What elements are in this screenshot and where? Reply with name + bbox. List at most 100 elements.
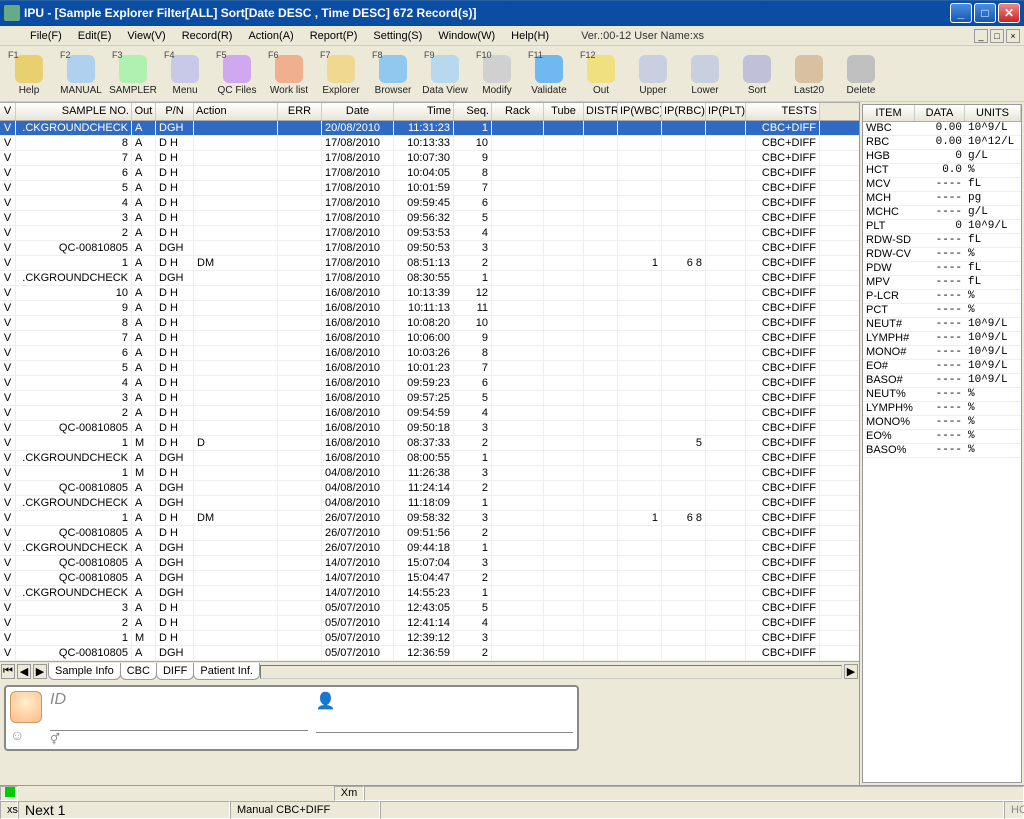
col-header-seq[interactable]: Seq. bbox=[454, 103, 492, 120]
minimize-button[interactable]: _ bbox=[950, 3, 972, 23]
table-row[interactable]: V8AD H16/08/201010:08:2010CBC+DIFF bbox=[0, 316, 859, 331]
toolbar-out[interactable]: F12 Out bbox=[576, 48, 626, 99]
tab-cbc[interactable]: CBC bbox=[120, 663, 157, 680]
close-button[interactable]: ✕ bbox=[998, 3, 1020, 23]
table-row[interactable]: V3AD H17/08/201009:56:325CBC+DIFF bbox=[0, 211, 859, 226]
table-row[interactable]: VQC-00810805ADGH14/07/201015:04:472CBC+D… bbox=[0, 571, 859, 586]
mdi-close[interactable]: × bbox=[1006, 29, 1020, 43]
toolbar-qc-files[interactable]: F5 QC Files bbox=[212, 48, 262, 99]
col-header-err[interactable]: ERR bbox=[278, 103, 322, 120]
table-row[interactable]: V2AD H17/08/201009:53:534CBC+DIFF bbox=[0, 226, 859, 241]
table-row[interactable]: VQC-00810805AD H26/07/201009:51:562CBC+D… bbox=[0, 526, 859, 541]
table-row[interactable]: V6AD H17/08/201010:04:058CBC+DIFF bbox=[0, 166, 859, 181]
results-header-item[interactable]: ITEM bbox=[863, 105, 915, 121]
toolbar-sampler[interactable]: F3 SAMPLER bbox=[108, 48, 158, 99]
toolbar-modify[interactable]: F10 Modify bbox=[472, 48, 522, 99]
toolbar-menu[interactable]: F4 Menu bbox=[160, 48, 210, 99]
mdi-restore[interactable]: □ bbox=[990, 29, 1004, 43]
table-row[interactable]: V1MD HD16/08/201008:37:3325CBC+DIFF bbox=[0, 436, 859, 451]
menu-filef[interactable]: File(F) bbox=[22, 28, 70, 44]
table-row[interactable]: VQC-00810805ADGH04/08/201011:24:142CBC+D… bbox=[0, 481, 859, 496]
grid-body[interactable]: V.CKGROUNDCHECKADGH20/08/201011:31:231CB… bbox=[0, 121, 859, 661]
table-row[interactable]: V7AD H17/08/201010:07:309CBC+DIFF bbox=[0, 151, 859, 166]
table-row[interactable]: V10AD H16/08/201010:13:3912CBC+DIFF bbox=[0, 286, 859, 301]
toolbar-browser[interactable]: F8 Browser bbox=[368, 48, 418, 99]
menu-settings[interactable]: Setting(S) bbox=[365, 28, 430, 44]
table-row[interactable]: V.CKGROUNDCHECKADGH04/08/201011:18:091CB… bbox=[0, 496, 859, 511]
result-row: MCV----fL bbox=[863, 178, 1021, 192]
toolbar-data-view[interactable]: F9 Data View bbox=[420, 48, 470, 99]
col-header-action[interactable]: Action bbox=[194, 103, 278, 120]
table-row[interactable]: V9AD H16/08/201010:11:1311CBC+DIFF bbox=[0, 301, 859, 316]
table-row[interactable]: V2AD H05/07/201012:41:144CBC+DIFF bbox=[0, 616, 859, 631]
toolbar-work-list[interactable]: F6 Work list bbox=[264, 48, 314, 99]
toolbar-lower[interactable]: Lower bbox=[680, 48, 730, 99]
col-header-v[interactable]: V bbox=[0, 103, 16, 120]
toolbar-help[interactable]: F1 Help bbox=[4, 48, 54, 99]
scroll-right[interactable]: ▶ bbox=[844, 664, 858, 679]
toolbar-upper[interactable]: Upper bbox=[628, 48, 678, 99]
menu-actiona[interactable]: Action(A) bbox=[240, 28, 301, 44]
horizontal-scrollbar[interactable] bbox=[260, 665, 842, 679]
maximize-button[interactable]: □ bbox=[974, 3, 996, 23]
tab-prev[interactable]: ◀ bbox=[17, 664, 31, 679]
results-header-data[interactable]: DATA bbox=[915, 105, 965, 121]
col-header-ipwbc[interactable]: IP(WBC) bbox=[618, 103, 662, 120]
col-header-out[interactable]: Out bbox=[132, 103, 156, 120]
table-row[interactable]: V.CKGROUNDCHECKADGH20/08/201011:31:231CB… bbox=[0, 121, 859, 136]
work list-icon bbox=[275, 55, 303, 83]
toolbar-validate[interactable]: F11 Validate bbox=[524, 48, 574, 99]
table-row[interactable]: V4AD H16/08/201009:59:236CBC+DIFF bbox=[0, 376, 859, 391]
col-header-pn[interactable]: P/N bbox=[156, 103, 194, 120]
col-header-tests[interactable]: TESTS bbox=[746, 103, 820, 120]
table-row[interactable]: V4AD H17/08/201009:59:456CBC+DIFF bbox=[0, 196, 859, 211]
tab-patientinf[interactable]: Patient Inf. bbox=[193, 663, 260, 680]
menu-helph[interactable]: Help(H) bbox=[503, 28, 557, 44]
tab-sampleinfo[interactable]: Sample Info bbox=[48, 663, 121, 680]
table-row[interactable]: V5AD H17/08/201010:01:597CBC+DIFF bbox=[0, 181, 859, 196]
tab-next[interactable]: ▶ bbox=[33, 664, 47, 679]
table-row[interactable]: VQC-00810805ADGH05/07/201012:36:592CBC+D… bbox=[0, 646, 859, 661]
table-row[interactable]: V.CKGROUNDCHECKADGH16/08/201008:00:551CB… bbox=[0, 451, 859, 466]
resize-grip[interactable]: HC bbox=[1004, 801, 1024, 819]
table-row[interactable]: V3AD H16/08/201009:57:255CBC+DIFF bbox=[0, 391, 859, 406]
table-row[interactable]: V1AD HDM17/08/201008:51:13216 8CBC+DIFF bbox=[0, 256, 859, 271]
table-row[interactable]: V1MD H05/07/201012:39:123CBC+DIFF bbox=[0, 631, 859, 646]
table-row[interactable]: V8AD H17/08/201010:13:3310CBC+DIFF bbox=[0, 136, 859, 151]
menu-viewv[interactable]: View(V) bbox=[119, 28, 173, 44]
table-row[interactable]: V.CKGROUNDCHECKADGH14/07/201014:55:231CB… bbox=[0, 586, 859, 601]
table-row[interactable]: V5AD H16/08/201010:01:237CBC+DIFF bbox=[0, 361, 859, 376]
mdi-minimize[interactable]: _ bbox=[974, 29, 988, 43]
table-row[interactable]: VQC-00810805ADGH17/08/201009:50:533CBC+D… bbox=[0, 241, 859, 256]
col-header-tube[interactable]: Tube bbox=[544, 103, 584, 120]
col-header-time[interactable]: Time bbox=[394, 103, 454, 120]
table-row[interactable]: V2AD H16/08/201009:54:594CBC+DIFF bbox=[0, 406, 859, 421]
col-header-iprbc[interactable]: IP(RBC) bbox=[662, 103, 706, 120]
results-header-units[interactable]: UNITS bbox=[965, 105, 1021, 121]
col-header-rack[interactable]: Rack bbox=[492, 103, 544, 120]
toolbar-last20[interactable]: Last20 bbox=[784, 48, 834, 99]
tab-first[interactable]: ⏮ bbox=[1, 664, 15, 679]
col-header-distr[interactable]: DISTR bbox=[584, 103, 618, 120]
toolbar-delete[interactable]: Delete bbox=[836, 48, 886, 99]
tab-diff[interactable]: DIFF bbox=[156, 663, 194, 680]
menu-recordr[interactable]: Record(R) bbox=[174, 28, 241, 44]
col-header-date[interactable]: Date bbox=[322, 103, 394, 120]
toolbar-sort[interactable]: Sort bbox=[732, 48, 782, 99]
col-header-ipplt[interactable]: IP(PLT) bbox=[706, 103, 746, 120]
table-row[interactable]: V.CKGROUNDCHECKADGH17/08/201008:30:551CB… bbox=[0, 271, 859, 286]
col-header-sampleno[interactable]: SAMPLE NO. bbox=[16, 103, 132, 120]
toolbar-manual[interactable]: F2 MANUAL bbox=[56, 48, 106, 99]
table-row[interactable]: VQC-00810805ADGH14/07/201015:07:043CBC+D… bbox=[0, 556, 859, 571]
table-row[interactable]: V6AD H16/08/201010:03:268CBC+DIFF bbox=[0, 346, 859, 361]
table-row[interactable]: V1MD H04/08/201011:26:383CBC+DIFF bbox=[0, 466, 859, 481]
table-row[interactable]: V3AD H05/07/201012:43:055CBC+DIFF bbox=[0, 601, 859, 616]
menu-reportp[interactable]: Report(P) bbox=[302, 28, 366, 44]
menu-windoww[interactable]: Window(W) bbox=[430, 28, 503, 44]
toolbar-explorer[interactable]: F7 Explorer bbox=[316, 48, 366, 99]
table-row[interactable]: V7AD H16/08/201010:06:009CBC+DIFF bbox=[0, 331, 859, 346]
table-row[interactable]: V1AD HDM26/07/201009:58:32316 8CBC+DIFF bbox=[0, 511, 859, 526]
menu-edite[interactable]: Edit(E) bbox=[70, 28, 120, 44]
table-row[interactable]: VQC-00810805AD H16/08/201009:50:183CBC+D… bbox=[0, 421, 859, 436]
table-row[interactable]: V.CKGROUNDCHECKADGH26/07/201009:44:181CB… bbox=[0, 541, 859, 556]
